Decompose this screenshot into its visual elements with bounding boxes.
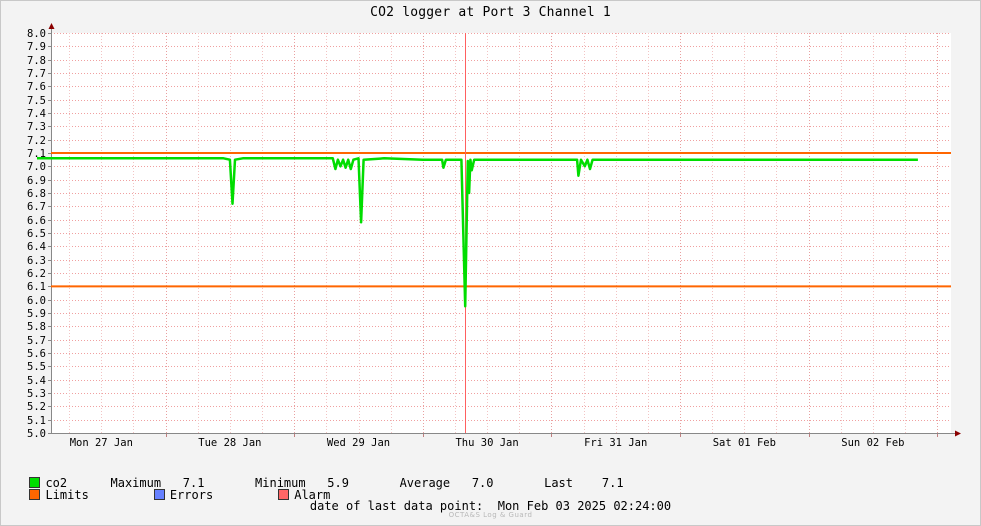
y-tick-label: 6.0: [27, 295, 46, 307]
x-axis-arrow: [955, 430, 961, 437]
y-tick-label: 6.2: [27, 268, 46, 280]
x-tick-label: Thu 30 Jan: [455, 437, 518, 449]
y-tick-label: 6.1: [27, 281, 46, 293]
x-tick-label: Mon 27 Jan: [70, 437, 133, 449]
y-tick-label: 5.6: [27, 348, 46, 360]
minimum-value: 5.9: [327, 476, 349, 490]
x-tick-label: Sun 02 Feb: [841, 437, 904, 449]
average-label: Average: [399, 476, 451, 490]
y-tick-label: 6.5: [27, 228, 46, 240]
y-tick-label: 7.4: [27, 108, 46, 120]
y-tick-label: 6.8: [27, 188, 46, 200]
plot-area: 5.05.15.25.35.45.55.65.75.85.96.06.16.26…: [27, 23, 961, 449]
y-tick-label: 5.3: [27, 388, 46, 400]
y-axis-arrow: [48, 23, 55, 29]
y-tick-label: 5.2: [27, 401, 46, 413]
y-tick-label: 5.8: [27, 321, 46, 333]
y-tick-label: 7.5: [27, 95, 46, 107]
last-value: 7.1: [601, 476, 624, 490]
y-tick-label: 6.7: [27, 201, 46, 213]
y-tick-label: 8.0: [27, 28, 46, 40]
y-tick-label: 5.7: [27, 335, 46, 347]
y-tick-label: 5.4: [27, 375, 46, 387]
y-tick-label: 7.8: [27, 55, 46, 67]
legend-row-limits: Limits Errors Alarm: [15, 476, 330, 502]
y-tick-label: 6.6: [27, 215, 46, 227]
y-tick-label: 7.7: [27, 68, 46, 80]
watermark: OCTA&S Log & Guard: [448, 511, 533, 519]
y-tick-label: 6.3: [27, 255, 46, 267]
y-tick-label: 5.1: [27, 415, 46, 427]
x-tick-label: Sat 01 Feb: [713, 437, 776, 449]
last-label: Last: [544, 476, 573, 490]
x-tick-label: Tue 28 Jan: [198, 437, 261, 449]
y-tick-label: 5.5: [27, 361, 46, 373]
y-tick-label: 5.9: [27, 308, 46, 320]
y-tick-label: 5.0: [27, 428, 46, 440]
average-value: 7.0: [471, 476, 494, 490]
y-tick-label: 7.0: [27, 161, 46, 173]
y-tick-label: 6.9: [27, 175, 46, 187]
x-tick-label: Fri 31 Jan: [584, 437, 647, 449]
x-tick-label: Wed 29 Jan: [327, 437, 390, 449]
y-tick-label: 7.9: [27, 41, 46, 53]
y-tick-label: 7.3: [27, 121, 46, 133]
y-tick-label: 7.6: [27, 81, 46, 93]
y-tick-label: 7.2: [27, 135, 46, 147]
y-tick-label: 6.4: [27, 241, 46, 253]
